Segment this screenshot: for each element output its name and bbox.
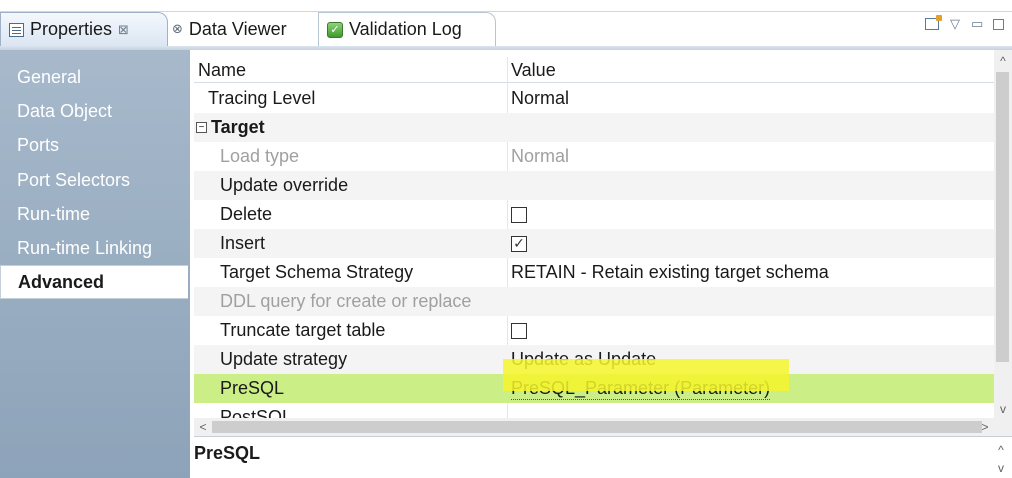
delete-checkbox[interactable] bbox=[511, 206, 527, 223]
column-header-name[interactable]: Name bbox=[198, 57, 246, 83]
minimize-icon[interactable]: ▭ bbox=[971, 16, 983, 32]
description-scroll[interactable]: ^ v bbox=[998, 441, 1004, 477]
tab-properties[interactable]: Properties ⊠ bbox=[0, 12, 168, 46]
property-name: Truncate target table bbox=[220, 320, 386, 340]
property-name: PreSQL bbox=[220, 378, 285, 398]
property-name: Tracing Level bbox=[208, 88, 316, 108]
window-controls: ▽ ▭ bbox=[925, 15, 1004, 32]
tab-validation-log[interactable]: ✓ Validation Log bbox=[318, 12, 496, 46]
group-name: Target bbox=[211, 117, 265, 137]
tab-data-viewer-label: Data Viewer bbox=[188, 18, 287, 39]
scroll-right-icon[interactable]: > bbox=[976, 418, 994, 436]
property-name: Target Schema Strategy bbox=[220, 262, 414, 282]
new-window-icon[interactable] bbox=[925, 15, 942, 30]
sidebar-item-run-time-linking[interactable]: Run-time Linking bbox=[0, 231, 190, 265]
property-value[interactable]: RETAIN - Retain existing target schema bbox=[511, 258, 829, 287]
description-scroll-down-icon[interactable]: v bbox=[998, 459, 1004, 477]
validation-log-icon: ✓ bbox=[327, 21, 343, 38]
property-row-update-override[interactable]: Update override bbox=[194, 171, 994, 200]
property-row-load-type[interactable]: Load type Normal bbox=[194, 142, 994, 171]
property-value[interactable]: Normal bbox=[511, 84, 569, 113]
description-panel: PreSQL ^ v bbox=[194, 436, 1012, 478]
property-grid: Name Value Tracing Level Normal − Target … bbox=[194, 50, 994, 422]
description-scroll-up-icon[interactable]: ^ bbox=[998, 441, 1004, 459]
truncate-checkbox[interactable] bbox=[511, 322, 527, 339]
tab-bar: Properties ⊠ ⊗ Data Viewer ✓ Validation … bbox=[0, 0, 1012, 50]
scroll-down-icon[interactable]: v bbox=[994, 400, 1012, 418]
tab-properties-label: Properties bbox=[30, 19, 113, 39]
tab-data-viewer[interactable]: ⊗ Data Viewer bbox=[168, 12, 318, 46]
close-icon[interactable]: ⊠ bbox=[118, 22, 129, 38]
collapse-icon[interactable]: − bbox=[196, 122, 207, 133]
property-row-target-schema-strategy[interactable]: Target Schema Strategy RETAIN - Retain e… bbox=[194, 258, 994, 287]
data-viewer-icon: ⊗ bbox=[172, 21, 183, 37]
horizontal-scroll-thumb[interactable] bbox=[212, 421, 982, 433]
sidebar-item-general[interactable]: General bbox=[0, 60, 190, 94]
property-row-truncate-target-table[interactable]: Truncate target table bbox=[194, 316, 994, 345]
property-value: Normal bbox=[511, 146, 570, 166]
property-value: ✓ bbox=[511, 229, 527, 258]
scroll-left-icon[interactable]: < bbox=[194, 418, 212, 436]
sidebar-item-advanced[interactable]: Advanced bbox=[0, 265, 188, 299]
scroll-up-icon[interactable]: ^ bbox=[994, 52, 1012, 70]
sidebar-item-ports[interactable]: Ports bbox=[0, 128, 190, 162]
group-row-target[interactable]: − Target bbox=[194, 113, 994, 142]
group-label: − Target bbox=[196, 113, 265, 142]
description-title: PreSQL bbox=[194, 443, 261, 463]
property-name: DDL query for create or replace bbox=[220, 291, 472, 311]
property-name: Update override bbox=[220, 175, 349, 195]
property-value bbox=[511, 200, 527, 229]
view-menu-icon[interactable]: ▽ bbox=[949, 16, 961, 32]
sidebar-item-data-object[interactable]: Data Object bbox=[0, 94, 190, 128]
grid-header: Name Value bbox=[194, 57, 994, 83]
sidebar-item-run-time[interactable]: Run-time bbox=[0, 197, 190, 231]
property-name: Delete bbox=[220, 204, 273, 224]
column-header-value[interactable]: Value bbox=[511, 57, 556, 83]
property-name: Load type bbox=[220, 146, 300, 166]
horizontal-scrollbar[interactable]: < > bbox=[194, 418, 994, 436]
properties-icon bbox=[9, 22, 24, 37]
sidebar: General Data Object Ports Port Selectors… bbox=[0, 50, 190, 478]
vertical-scrollbar[interactable]: ^ v bbox=[994, 50, 1012, 436]
sidebar-item-port-selectors[interactable]: Port Selectors bbox=[0, 163, 190, 197]
highlighter-annotation bbox=[503, 359, 789, 391]
property-value bbox=[511, 316, 527, 345]
property-name: Insert bbox=[220, 233, 266, 253]
maximize-icon[interactable] bbox=[993, 18, 1004, 30]
vertical-scroll-thumb[interactable] bbox=[996, 72, 1009, 362]
property-row-tracing-level[interactable]: Tracing Level Normal bbox=[194, 84, 994, 113]
insert-checkbox[interactable]: ✓ bbox=[511, 235, 527, 252]
property-name: Update strategy bbox=[220, 349, 348, 369]
property-row-insert[interactable]: Insert ✓ bbox=[194, 229, 994, 258]
property-row-delete[interactable]: Delete bbox=[194, 200, 994, 229]
tab-validation-log-label: Validation Log bbox=[349, 19, 462, 39]
property-row-ddl-query[interactable]: DDL query for create or replace bbox=[194, 287, 994, 316]
